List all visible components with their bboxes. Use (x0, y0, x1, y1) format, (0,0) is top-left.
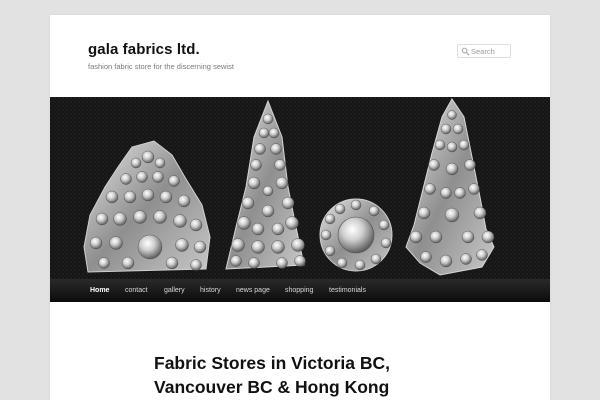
page-title-line-1: Fabric Stores in Victoria BC, (154, 353, 390, 373)
nav-item-contact[interactable]: contact (125, 279, 148, 302)
page-container: gala fabrics ltd. fashion fabric store f… (50, 15, 550, 400)
page-title-line-2: Vancouver BC & Hong Kong (154, 377, 390, 397)
nav-item-testimonials[interactable]: testimonials (329, 279, 366, 302)
nav-item-gallery[interactable]: gallery (164, 279, 185, 302)
nav-item-news-page[interactable]: news page (236, 279, 270, 302)
round-button (319, 198, 393, 272)
site-title[interactable]: gala fabrics ltd. (88, 41, 200, 58)
page-title: Fabric Stores in Victoria BC, Vancouver … (154, 351, 390, 399)
header-image (50, 97, 550, 279)
search-icon (461, 47, 470, 56)
nav-item-home[interactable]: Home (90, 279, 109, 302)
search-input[interactable] (471, 45, 509, 57)
site-description: fashion fabric store for the discerning … (88, 62, 234, 71)
nav-item-shopping[interactable]: shopping (285, 279, 313, 302)
nav-item-history[interactable]: history (200, 279, 221, 302)
site-header: gala fabrics ltd. fashion fabric store f… (50, 15, 550, 97)
main-nav: Home contact gallery history news page s… (50, 279, 550, 302)
search-box[interactable] (457, 44, 511, 58)
